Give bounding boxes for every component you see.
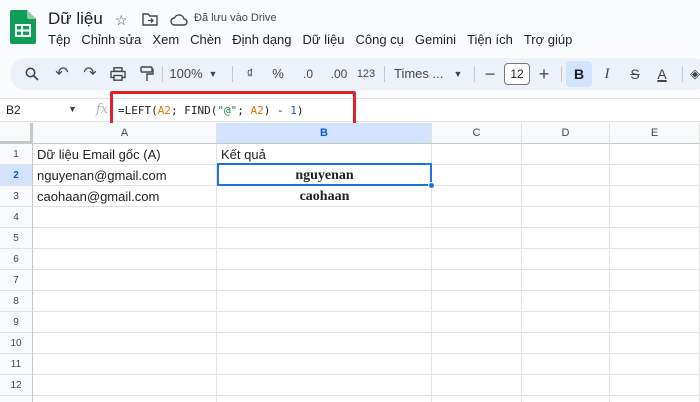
- fill-handle[interactable]: [428, 182, 435, 189]
- undo-icon[interactable]: ↶: [52, 58, 72, 90]
- bold-button[interactable]: B: [566, 61, 592, 87]
- divider: [682, 66, 683, 82]
- divider: [474, 66, 475, 82]
- row-header[interactable]: 12: [0, 375, 33, 396]
- top-bar: Dữ liệu ☆ Đã lưu vào Drive Tệp Chỉnh sửa…: [0, 0, 700, 54]
- cell-a1[interactable]: Dữ liệu Email gốc (A): [33, 144, 217, 165]
- menu-tools[interactable]: Công cụ: [355, 32, 403, 47]
- currency-button[interactable]: ₫: [242, 58, 258, 90]
- gridline: [33, 311, 700, 312]
- divider: [162, 66, 163, 82]
- star-icon[interactable]: ☆: [115, 12, 128, 29]
- name-box[interactable]: B2: [6, 103, 21, 117]
- column-header-a[interactable]: A: [33, 123, 217, 144]
- decrease-decimal-button[interactable]: .0: [296, 58, 320, 90]
- row-header[interactable]: 13: [0, 396, 33, 402]
- divider: [384, 66, 385, 82]
- menu-gemini[interactable]: Gemini: [415, 32, 456, 47]
- toolbar: ↶ ↷ 100% ▼ ₫ % .0 .00 123 Times ... ▼ − …: [10, 58, 700, 90]
- menu-extensions[interactable]: Tiện ích: [467, 32, 513, 47]
- row-header[interactable]: 10: [0, 333, 33, 354]
- gridline: [521, 144, 522, 402]
- row-header[interactable]: 7: [0, 270, 33, 291]
- row-header[interactable]: 1: [0, 144, 33, 165]
- row-header[interactable]: 11: [0, 354, 33, 375]
- menu-bar: Tệp Chỉnh sửa Xem Chèn Định dạng Dữ liệu…: [48, 32, 583, 47]
- row-header[interactable]: 5: [0, 228, 33, 249]
- menu-file[interactable]: Tệp: [48, 32, 70, 47]
- divider: [561, 66, 562, 82]
- menu-edit[interactable]: Chỉnh sửa: [81, 32, 141, 47]
- italic-button[interactable]: I: [598, 58, 616, 90]
- active-cell-selection: [217, 163, 432, 186]
- decrease-font-size-button[interactable]: −: [482, 58, 498, 90]
- increase-font-size-button[interactable]: +: [536, 58, 552, 90]
- gridline: [33, 395, 700, 396]
- menu-format[interactable]: Định dạng: [232, 32, 291, 47]
- redo-icon[interactable]: ↷: [80, 58, 100, 90]
- gridline: [33, 269, 700, 270]
- menu-view[interactable]: Xem: [152, 32, 179, 47]
- chevron-down-icon[interactable]: ▼: [68, 104, 77, 114]
- cell-a3[interactable]: caohaan@gmail.com: [33, 186, 217, 207]
- row-header[interactable]: 2: [0, 165, 33, 186]
- text-color-button[interactable]: A: [653, 58, 671, 90]
- gridline: [33, 353, 700, 354]
- cloud-saved-icon[interactable]: [170, 13, 188, 26]
- menu-data[interactable]: Dữ liệu: [303, 32, 345, 47]
- menu-help[interactable]: Trợ giúp: [524, 32, 573, 47]
- menu-insert[interactable]: Chèn: [190, 32, 221, 47]
- font-size-input[interactable]: 12: [504, 63, 530, 85]
- select-all-corner[interactable]: [0, 123, 33, 144]
- search-icon[interactable]: [25, 67, 39, 81]
- row-header[interactable]: 3: [0, 186, 33, 207]
- paint-format-icon[interactable]: [140, 66, 154, 82]
- gridline: [33, 248, 700, 249]
- gridline: [33, 332, 700, 333]
- print-icon[interactable]: [110, 67, 126, 81]
- column-header-c[interactable]: C: [432, 123, 522, 144]
- column-header-e[interactable]: E: [610, 123, 700, 144]
- increase-decimal-button[interactable]: .00: [326, 58, 352, 90]
- divider: [232, 66, 233, 82]
- sheets-logo-icon[interactable]: [10, 10, 36, 44]
- cell-a2[interactable]: nguyenan@gmail.com: [33, 165, 217, 186]
- fx-icon: fx: [96, 102, 109, 117]
- gridline: [33, 374, 700, 375]
- column-header-b[interactable]: B: [217, 123, 432, 144]
- chevron-down-icon[interactable]: ▼: [452, 58, 464, 90]
- move-folder-icon[interactable]: [142, 13, 158, 26]
- cell-b3[interactable]: caohaan: [217, 186, 432, 207]
- fill-color-icon[interactable]: ◈: [690, 58, 700, 90]
- number-format-button[interactable]: 123: [355, 58, 377, 90]
- gridline: [33, 227, 700, 228]
- row-header[interactable]: 9: [0, 312, 33, 333]
- percent-button[interactable]: %: [270, 58, 286, 90]
- gridline: [609, 144, 610, 402]
- font-select[interactable]: Times ...: [394, 58, 448, 90]
- saved-status: Đã lưu vào Drive: [194, 12, 277, 24]
- gridline: [33, 290, 700, 291]
- column-header-d[interactable]: D: [522, 123, 610, 144]
- row-header[interactable]: 6: [0, 249, 33, 270]
- zoom-select[interactable]: 100%: [166, 58, 206, 90]
- doc-title[interactable]: Dữ liệu: [48, 9, 103, 29]
- row-header[interactable]: 4: [0, 207, 33, 228]
- strikethrough-button[interactable]: S: [626, 58, 644, 90]
- chevron-down-icon[interactable]: ▼: [207, 58, 219, 90]
- cell-b1[interactable]: Kết quả: [217, 144, 432, 165]
- row-header[interactable]: 8: [0, 291, 33, 312]
